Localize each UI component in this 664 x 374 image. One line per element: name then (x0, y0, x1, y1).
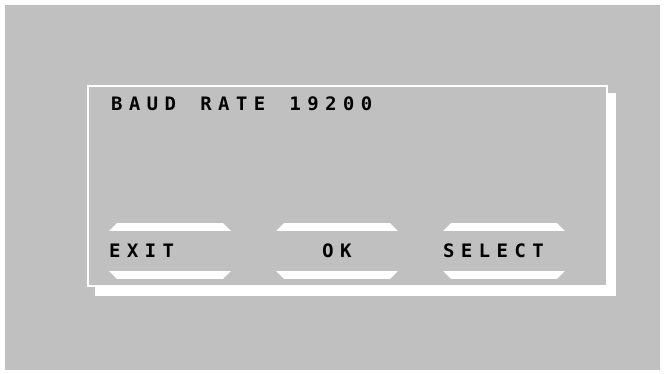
exit-softkey[interactable]: EXIT (109, 223, 231, 279)
softkey-top-bar (109, 223, 231, 231)
softkey-top-bar (276, 223, 398, 231)
select-label: SELECT (443, 240, 551, 262)
softkey-bottom-bar (443, 271, 565, 279)
softkey-bottom-bar (276, 271, 398, 279)
select-softkey[interactable]: SELECT (443, 223, 565, 279)
softkey-top-bar (443, 223, 565, 231)
ok-label: OK (322, 240, 358, 262)
lcd-screen: BAUD RATE 19200 EXIT OK SELECT (5, 5, 660, 370)
softkey-bottom-bar (109, 271, 231, 279)
ok-softkey[interactable]: OK (276, 223, 398, 279)
exit-label: EXIT (109, 240, 181, 262)
baud-rate-dialog: BAUD RATE 19200 EXIT OK SELECT (87, 85, 608, 287)
dialog-title: BAUD RATE 19200 (111, 93, 379, 115)
